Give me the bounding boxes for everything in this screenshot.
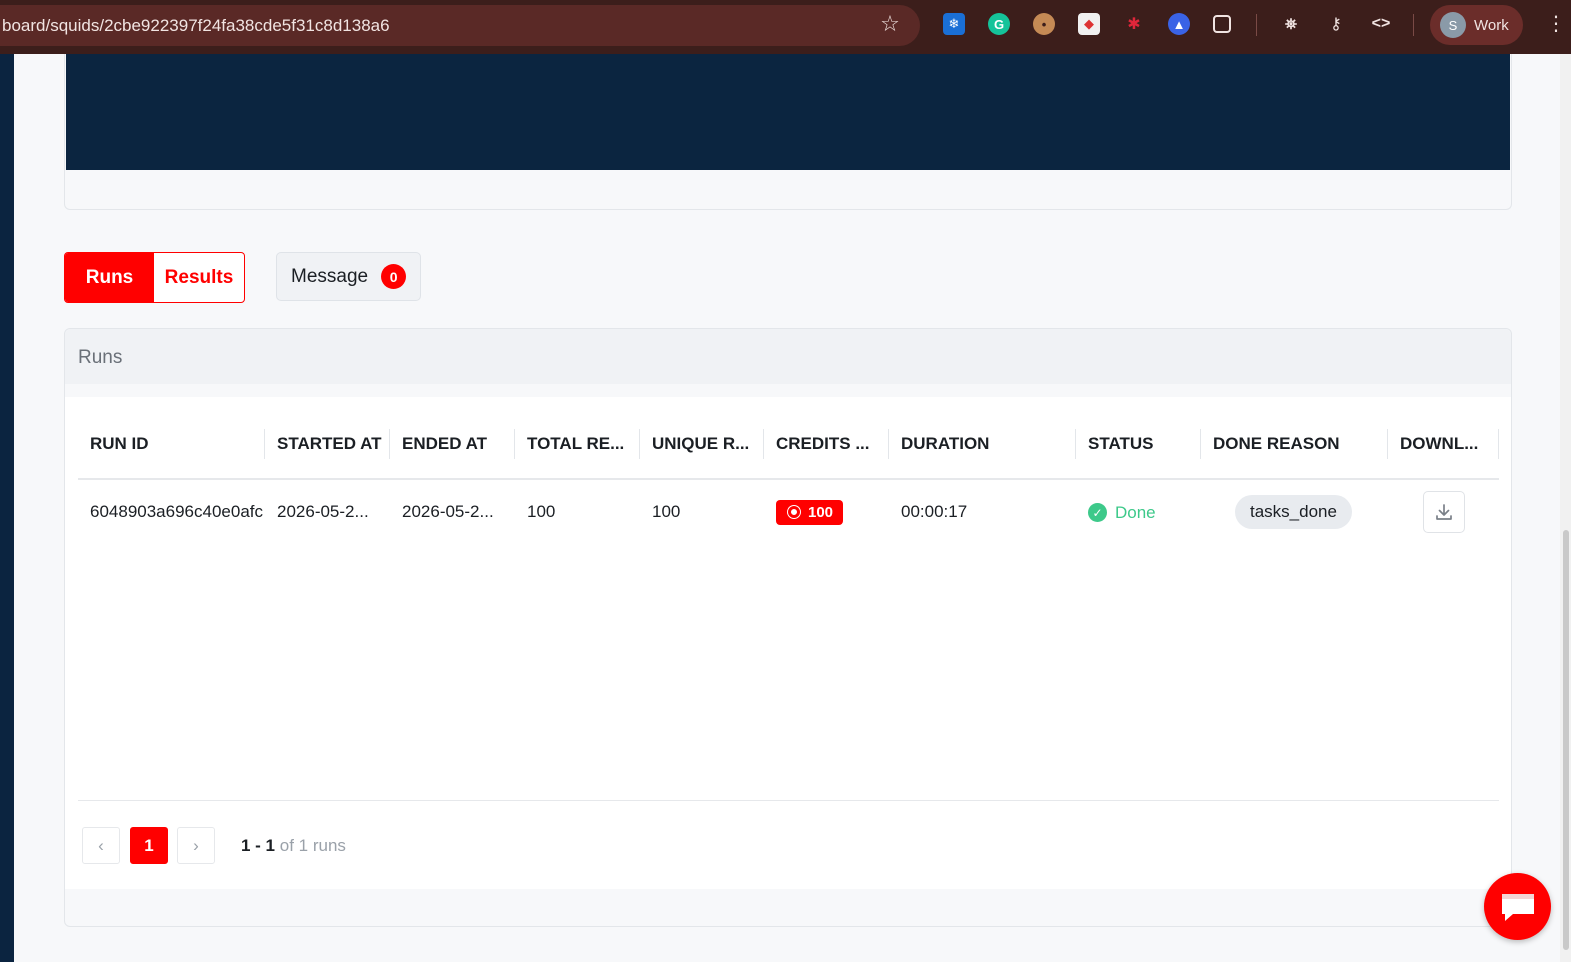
message-button[interactable]: Message 0	[276, 252, 421, 301]
column-header[interactable]: DOWNL...	[1388, 410, 1499, 480]
column-header[interactable]: STARTED AT	[265, 410, 390, 480]
left-sidebar-edge	[0, 54, 14, 962]
view-toggle: Runs Results	[64, 252, 245, 303]
table-header-row: RUN ID STARTED AT ENDED AT TOTAL RE... U…	[78, 410, 1499, 480]
check-circle-icon: ✓	[1088, 503, 1107, 522]
message-label: Message	[291, 265, 369, 287]
extension-grammarly-icon[interactable]: G	[988, 13, 1010, 35]
scrollbar-thumb[interactable]	[1563, 530, 1569, 950]
message-count-badge: 0	[381, 264, 407, 289]
page-number-button[interactable]: 1	[130, 827, 168, 864]
browser-menu-icon[interactable]: ⋮	[1546, 14, 1566, 34]
runs-card-title: Runs	[65, 329, 1511, 384]
chat-bubble-icon	[1501, 893, 1534, 921]
credits-badge: 100	[776, 499, 844, 525]
ended-at-cell: 2026-05-2...	[402, 502, 494, 521]
table-footer-divider	[78, 800, 1499, 801]
unique-results-cell: 100	[652, 502, 681, 521]
next-page-button[interactable]: ›	[177, 827, 215, 864]
column-header[interactable]: STATUS	[1076, 410, 1201, 480]
table-row[interactable]: 6048903a696c40e0afc 2026-05-2... 2026-05…	[78, 479, 1499, 544]
profile-button[interactable]: S Work	[1430, 5, 1523, 45]
toolbar-divider	[1413, 14, 1414, 36]
chat-widget-button[interactable]	[1484, 873, 1551, 940]
runs-table: RUN ID STARTED AT ENDED AT TOTAL RE... U…	[78, 410, 1499, 544]
address-bar[interactable]: board/squids/2cbe922397f24fa38cde5f31c8d…	[0, 5, 920, 46]
pagination-info: 1 - 1 of 1 runs	[241, 836, 346, 855]
password-key-icon[interactable]: ⚷	[1325, 13, 1347, 35]
extension-snowflake-icon[interactable]: ❄	[943, 13, 965, 35]
code-devtools-icon[interactable]: <>	[1370, 13, 1392, 35]
credits-cell: 100	[764, 479, 889, 544]
column-header[interactable]: DURATION	[889, 410, 1076, 480]
extensions-puzzle-icon[interactable]	[1213, 15, 1231, 33]
coin-icon	[788, 506, 800, 518]
toolbar-divider	[1256, 14, 1257, 36]
done-reason-cell: tasks_done	[1201, 479, 1388, 544]
total-results-cell: 100	[527, 502, 556, 521]
extension-bug-icon[interactable]: ✱	[1123, 13, 1145, 35]
column-header[interactable]: TOTAL RE...	[515, 410, 640, 480]
prev-page-button[interactable]: ‹	[82, 827, 120, 864]
bookmark-star-icon[interactable]: ☆	[878, 12, 902, 36]
column-header[interactable]: UNIQUE R...	[640, 410, 764, 480]
run-id-cell: 6048903a696c40e0afc	[90, 502, 263, 521]
tab-runs[interactable]: Runs	[65, 253, 154, 302]
column-header[interactable]: CREDITS ...	[764, 410, 889, 480]
extension-shield-icon[interactable]: ▲	[1168, 13, 1190, 35]
download-icon	[1436, 504, 1452, 520]
column-header[interactable]: RUN ID	[78, 410, 265, 480]
download-cell	[1388, 479, 1499, 544]
profile-label: Work	[1474, 16, 1509, 34]
done-reason-pill: tasks_done	[1235, 495, 1352, 529]
status-badge: ✓ Done	[1088, 503, 1156, 523]
started-at-cell: 2026-05-2...	[277, 502, 369, 521]
incognito-spy-icon[interactable]: ⛯	[1280, 13, 1302, 35]
column-header[interactable]: ENDED AT	[390, 410, 515, 480]
extension-cookie-icon[interactable]: •	[1033, 13, 1055, 35]
dark-banner	[66, 54, 1510, 170]
status-cell: ✓ Done	[1076, 479, 1201, 544]
extension-image-icon[interactable]: ◆	[1078, 13, 1100, 35]
avatar: S	[1440, 12, 1466, 38]
download-button[interactable]	[1423, 491, 1465, 533]
duration-cell: 00:00:17	[901, 502, 968, 521]
column-header[interactable]: DONE REASON	[1201, 410, 1388, 480]
tab-results[interactable]: Results	[154, 253, 244, 302]
